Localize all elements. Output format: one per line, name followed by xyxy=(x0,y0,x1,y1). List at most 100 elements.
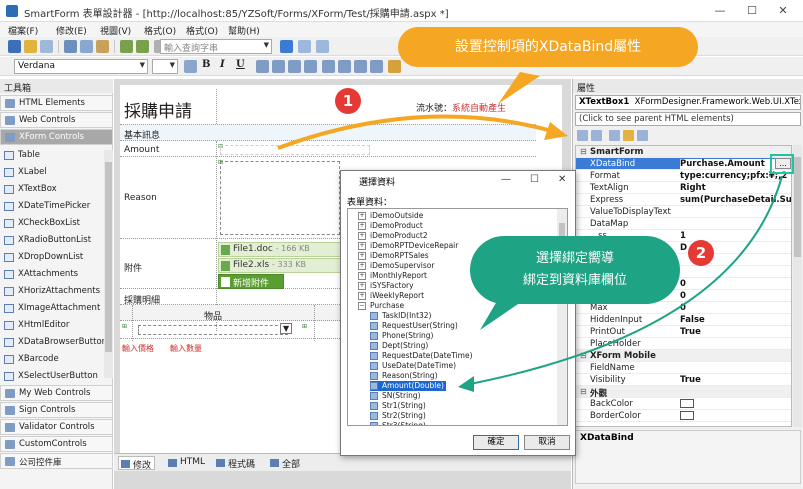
toolbox-item-xbarcode[interactable]: XBarcode xyxy=(0,351,104,368)
property-category[interactable]: ⊟ SmartForm xyxy=(576,146,791,158)
property-row[interactable]: TextAlign Right xyxy=(576,182,791,194)
reason-textarea[interactable] xyxy=(220,161,340,235)
toolbox-group-web[interactable]: Web Controls xyxy=(0,112,113,128)
add-attachment-button[interactable]: 新增附件 xyxy=(218,274,284,289)
font-name-select[interactable]: Verdana ▼ xyxy=(14,59,148,74)
expand-icon[interactable]: + xyxy=(358,252,366,260)
close-button[interactable]: ✕ xyxy=(768,4,798,17)
tree-table-node[interactable]: − Purchase xyxy=(358,301,404,311)
font-size-select[interactable]: ▼ xyxy=(152,59,178,74)
scroll-thumb[interactable] xyxy=(794,157,801,257)
tree-table-node[interactable]: + iSYSFactory xyxy=(358,281,414,291)
property-value[interactable]: 0 xyxy=(680,303,791,313)
tree-field-node[interactable]: Phone(String) xyxy=(370,331,433,341)
tree-field-node[interactable]: Amount(Double) xyxy=(370,381,446,391)
align-left-icon[interactable] xyxy=(256,60,269,73)
menu-edit[interactable]: 修改(E) xyxy=(56,24,87,37)
menu-help[interactable]: 幫助(H) xyxy=(228,24,260,37)
align-right-icon[interactable] xyxy=(288,60,301,73)
align-justify-icon[interactable] xyxy=(304,60,317,73)
tab-html[interactable]: HTML xyxy=(166,456,208,470)
scroll-thumb[interactable] xyxy=(105,162,112,352)
property-scrollbar[interactable] xyxy=(793,145,802,427)
collapse-icon[interactable]: ⊟ xyxy=(580,387,587,396)
tree-field-node[interactable]: Reason(String) xyxy=(370,371,438,381)
attachment-file[interactable]: File2.xls - 333 KB xyxy=(218,258,342,273)
open-icon[interactable] xyxy=(24,40,37,53)
expand-icon[interactable]: + xyxy=(358,292,366,300)
paste-icon[interactable] xyxy=(96,40,109,53)
toolbox-group-html[interactable]: HTML Elements xyxy=(0,95,113,111)
properties-icon[interactable] xyxy=(609,130,620,141)
toolbox-group-xform[interactable]: XForm Controls xyxy=(0,129,113,145)
categorized-icon[interactable] xyxy=(577,130,588,141)
object-selector[interactable]: XTextBox1 XFormDesigner.Framework.Web.UI… xyxy=(575,95,801,110)
tree-field-node[interactable]: RequestDate(DateTime) xyxy=(370,351,473,361)
property-row[interactable]: PlaceHolder xyxy=(576,338,791,350)
bullet-list-icon[interactable] xyxy=(338,60,351,73)
grid-view-icon[interactable] xyxy=(280,40,293,53)
tree-field-node[interactable]: Dept(String) xyxy=(370,341,428,351)
property-row[interactable]: HiddenInput False xyxy=(576,314,791,326)
tree-table-node[interactable]: + iDemoProduct xyxy=(358,221,423,231)
expand-icon[interactable]: + xyxy=(358,272,366,280)
menu-format[interactable]: 格式(O) xyxy=(144,24,176,37)
chevron-down-icon[interactable]: ▼ xyxy=(280,323,293,334)
property-category[interactable]: ⊟ 外觀 xyxy=(576,386,791,399)
maximize-icon[interactable]: ☐ xyxy=(530,174,539,185)
bold-button[interactable]: B xyxy=(202,59,210,70)
toolbox-item-xcheckboxlist[interactable]: XCheckBoxList xyxy=(0,215,104,232)
tree-table-node[interactable]: + iDemoProduct2 xyxy=(358,231,428,241)
parent-elements-hint[interactable]: (Click to see parent HTML elements) xyxy=(575,112,801,126)
redo-icon[interactable] xyxy=(136,40,149,53)
toolbox-group-company[interactable]: 公司控件庫 xyxy=(0,453,113,469)
tree-field-node[interactable]: SN(String) xyxy=(370,391,421,401)
toolbox-item-xhorizattachments[interactable]: XHorizAttachments xyxy=(0,283,104,300)
property-value[interactable]: 0 xyxy=(680,279,791,289)
ok-button[interactable]: 確定 xyxy=(473,435,519,450)
layout-icon[interactable] xyxy=(316,40,329,53)
property-row[interactable]: BackColor xyxy=(576,398,791,410)
menu-view[interactable]: 視圖(V) xyxy=(100,24,131,37)
events-icon[interactable] xyxy=(623,130,634,141)
tree-table-node[interactable]: + iDemoRPTDeviceRepair xyxy=(358,241,458,251)
property-value[interactable]: sum(PurchaseDetail.SubTo xyxy=(680,195,791,205)
toolbox-item-xattachments[interactable]: XAttachments xyxy=(0,266,104,283)
property-pages-icon[interactable] xyxy=(637,130,648,141)
numbered-list-icon[interactable] xyxy=(322,60,335,73)
form-title[interactable]: 採購申請 xyxy=(124,97,192,122)
pencil-icon[interactable] xyxy=(388,60,401,73)
save-icon[interactable] xyxy=(8,40,21,53)
toolbox-item-xlabel[interactable]: XLabel xyxy=(0,164,104,181)
property-value[interactable]: Right xyxy=(680,183,791,193)
expand-icon[interactable]: + xyxy=(358,242,366,250)
property-row[interactable]: FieldName xyxy=(576,362,791,374)
toolbox-item-xdropdownlist[interactable]: XDropDownList xyxy=(0,249,104,266)
cut-icon[interactable] xyxy=(64,40,77,53)
minimize-button[interactable]: — xyxy=(705,4,735,17)
property-row[interactable]: Visibility True xyxy=(576,374,791,386)
collapse-icon[interactable]: − xyxy=(358,302,366,310)
property-value[interactable] xyxy=(680,411,791,423)
expand-icon[interactable]: + xyxy=(358,262,366,270)
collapse-icon[interactable]: ⊟ xyxy=(580,351,587,360)
maximize-button[interactable]: ☐ xyxy=(737,4,767,17)
tree-table-node[interactable]: + iWeeklyReport xyxy=(358,291,424,301)
font-color-icon[interactable] xyxy=(184,60,197,73)
minimize-icon[interactable]: — xyxy=(501,174,511,185)
tree-table-node[interactable]: + iDemoOutside xyxy=(358,211,423,221)
toolbox-group-my-web[interactable]: My Web Controls xyxy=(0,385,113,401)
align-center-icon[interactable] xyxy=(272,60,285,73)
new-icon[interactable] xyxy=(40,40,53,53)
indent-icon[interactable] xyxy=(370,60,383,73)
expand-icon[interactable]: + xyxy=(358,222,366,230)
attachment-file[interactable]: File1.doc - 166 KB xyxy=(218,242,342,257)
item-select[interactable] xyxy=(138,325,288,335)
tree-table-node[interactable]: + iMonthlyReport xyxy=(358,271,427,281)
tab-code[interactable]: 程式碼 xyxy=(214,456,258,470)
toolbox-item-xradiobuttonlist[interactable]: XRadioButtonList xyxy=(0,232,104,249)
undo-icon[interactable] xyxy=(120,40,133,53)
copy-icon[interactable] xyxy=(80,40,93,53)
italic-button[interactable]: I xyxy=(220,59,225,70)
tree-table-node[interactable]: + iDemoSupervisor xyxy=(358,261,434,271)
